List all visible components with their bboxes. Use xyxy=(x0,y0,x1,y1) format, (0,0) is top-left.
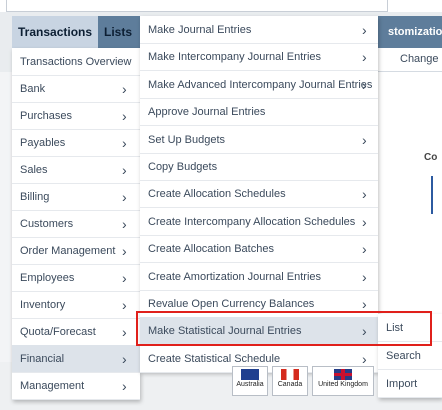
statistical-menu-item-search[interactable]: Search xyxy=(378,342,442,370)
menu-item-label: Copy Budgets xyxy=(148,161,218,173)
menu-item-label: Create Intercompany Allocation Schedules xyxy=(148,215,356,228)
chevron-right-icon: › xyxy=(122,351,127,367)
panel-accent-line xyxy=(431,176,433,214)
statistical-menu-item-list[interactable]: List xyxy=(378,314,442,342)
canada-flag-icon xyxy=(281,369,299,380)
flag-label: Australia xyxy=(236,381,264,388)
transactions-menu-item-sales[interactable]: Sales › xyxy=(12,156,140,184)
menu-item-label: Make Statistical Journal Entries xyxy=(148,325,302,338)
flag-canada[interactable]: Canada xyxy=(272,366,308,396)
chevron-right-icon: › xyxy=(362,213,367,230)
transactions-menu-item-employees[interactable]: Employees › xyxy=(12,264,140,292)
menu-item-label: Make Advanced Intercompany Journal Entri… xyxy=(148,78,373,91)
australia-flag-icon xyxy=(241,369,259,380)
chevron-right-icon: › xyxy=(122,162,127,178)
menu-item-label: Inventory xyxy=(20,299,66,311)
subnav-bar: Change xyxy=(372,48,442,72)
tab-customization[interactable]: stomization xyxy=(388,16,442,48)
transactions-menu-item-bank[interactable]: Bank › xyxy=(12,75,140,103)
menu-item-label: Order Management xyxy=(20,245,116,257)
chevron-right-icon: › xyxy=(122,297,127,313)
chevron-right-icon: › xyxy=(122,216,127,232)
transactions-menu-item-inventory[interactable]: Inventory › xyxy=(12,291,140,319)
financial-menu-item-create-intercompany-allocation-schedules[interactable]: Create Intercompany Allocation Schedules… xyxy=(140,208,378,236)
transactions-menu-item-payables[interactable]: Payables › xyxy=(12,129,140,157)
financial-menu-item-make-advanced-intercompany-journal-entries[interactable]: Make Advanced Intercompany Journal Entri… xyxy=(140,71,378,99)
transactions-menu-item-transactions-overview[interactable]: Transactions Overview xyxy=(12,48,140,76)
financial-menu-item-make-intercompany-journal-entries[interactable]: Make Intercompany Journal Entries › xyxy=(140,43,378,72)
menu-item-label: Transactions Overview xyxy=(20,56,132,68)
chevron-right-icon: › xyxy=(362,323,367,340)
chevron-right-icon: › xyxy=(362,22,367,38)
transactions-menu-item-management[interactable]: Management › xyxy=(12,372,140,400)
flag-australia[interactable]: Australia xyxy=(232,366,268,396)
financial-menu-item-copy-budgets[interactable]: Copy Budgets xyxy=(140,153,378,181)
menu-item-label: Create Amortization Journal Entries xyxy=(148,270,322,283)
chevron-right-icon: › xyxy=(362,268,367,285)
menu-item-label: Make Intercompany Journal Entries xyxy=(148,51,322,64)
menu-item-label: Create Allocation Batches xyxy=(148,243,274,256)
financial-menu-item-create-amortization-journal-entries[interactable]: Create Amortization Journal Entries › xyxy=(140,263,378,291)
menu-item-label: Import xyxy=(386,378,418,390)
chevron-right-icon: › xyxy=(362,49,367,66)
chevron-right-icon: › xyxy=(122,135,127,151)
menu-item-label: Make Journal Entries xyxy=(148,24,252,36)
menu-item-label: Search xyxy=(386,350,421,362)
statistical-journal-submenu: List Search Import xyxy=(378,314,442,398)
menu-item-label: List xyxy=(386,322,404,334)
flag-united-kingdom[interactable]: United Kingdom xyxy=(312,366,374,396)
transactions-menu-item-purchases[interactable]: Purchases › xyxy=(12,102,140,130)
financial-menu-item-set-up-budgets[interactable]: Set Up Budgets › xyxy=(140,126,378,154)
chevron-right-icon: › xyxy=(122,189,127,205)
flag-label: Canada xyxy=(277,381,303,388)
transactions-menu-item-customers[interactable]: Customers › xyxy=(12,210,140,238)
tab-lists[interactable]: Lists xyxy=(98,16,140,48)
chevron-right-icon: › xyxy=(122,108,127,124)
menu-item-label: Customers xyxy=(20,218,74,230)
chevron-right-icon: › xyxy=(122,81,127,97)
transactions-menu-item-billing[interactable]: Billing › xyxy=(12,183,140,211)
menu-item-label: Management xyxy=(20,380,85,392)
menu-item-label: Bank xyxy=(20,83,46,95)
chevron-right-icon: › xyxy=(122,243,127,259)
transactions-menu-item-quota-forecast[interactable]: Quota/Forecast › xyxy=(12,318,140,346)
financial-menu-item-revalue-open-currency-balances[interactable]: Revalue Open Currency Balances › xyxy=(140,290,378,318)
chevron-right-icon: › xyxy=(362,131,367,148)
tab-transactions[interactable]: Transactions xyxy=(12,16,98,48)
chevron-right-icon: › xyxy=(362,241,367,258)
chevron-right-icon: › xyxy=(362,186,367,203)
menu-item-label: Employees xyxy=(20,272,75,284)
menu-item-label: Quota/Forecast xyxy=(20,326,96,338)
statistical-menu-item-import[interactable]: Import xyxy=(378,370,442,398)
chevron-right-icon: › xyxy=(362,76,367,93)
transactions-menu-item-order-management[interactable]: Order Management › xyxy=(12,237,140,265)
chevron-right-icon: › xyxy=(122,324,127,340)
menu-item-label: Financial xyxy=(20,353,65,365)
menu-item-label: Sales xyxy=(20,164,48,176)
transactions-menu: Transactions Overview Bank › Purchases › Paya… xyxy=(12,48,140,400)
financial-menu-item-approve-journal-entries[interactable]: Approve Journal Entries xyxy=(140,98,378,127)
menu-item-label: Purchases xyxy=(20,110,72,122)
financial-submenu: Make Journal Entries › Make Intercompany J… xyxy=(140,16,378,373)
uk-flag-icon xyxy=(334,369,352,380)
chevron-right-icon: › xyxy=(362,296,367,312)
transactions-menu-item-financial[interactable]: Financial › xyxy=(12,345,140,373)
flag-label: United Kingdom xyxy=(318,381,368,388)
menu-item-label: Create Allocation Schedules xyxy=(148,188,286,201)
menu-item-label: Approve Journal Entries xyxy=(148,106,266,119)
financial-menu-item-make-statistical-journal-entries[interactable]: Make Statistical Journal Entries › xyxy=(140,317,378,346)
chevron-right-icon: › xyxy=(122,378,127,394)
menu-item-label: Revalue Open Currency Balances xyxy=(148,298,315,310)
chevron-right-icon: › xyxy=(122,270,127,286)
menu-item-label: Set Up Budgets xyxy=(148,133,226,146)
menu-item-label: Billing xyxy=(20,191,50,203)
financial-menu-item-create-allocation-batches[interactable]: Create Allocation Batches › xyxy=(140,235,378,264)
financial-menu-item-create-allocation-schedules[interactable]: Create Allocation Schedules › xyxy=(140,180,378,209)
change-link[interactable]: Change xyxy=(400,53,439,65)
financial-menu-item-make-journal-entries[interactable]: Make Journal Entries › xyxy=(140,16,378,44)
panel-heading-fragment: Co xyxy=(424,152,438,163)
global-search-field[interactable] xyxy=(6,0,388,12)
menu-item-label: Payables xyxy=(20,137,66,149)
